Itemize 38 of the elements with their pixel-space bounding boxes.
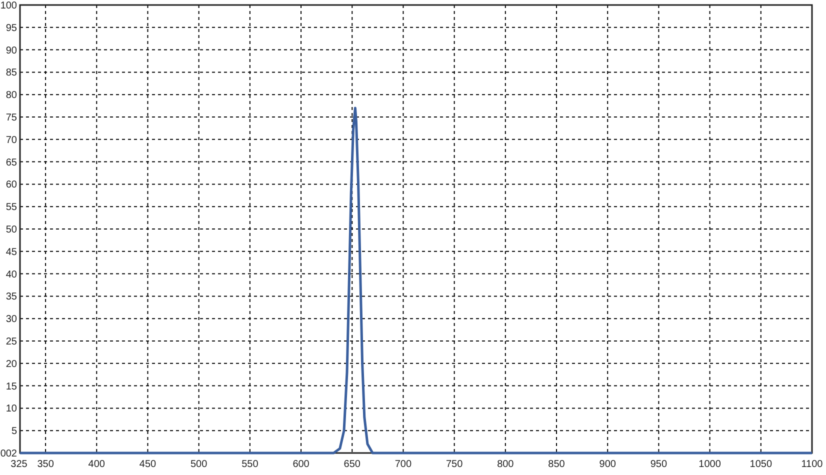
x-tick-label: 1000 — [698, 459, 721, 470]
x-tick-label: 900 — [599, 459, 616, 470]
x-tick-label: 600 — [292, 459, 310, 470]
y-tick-label: 40 — [6, 269, 17, 280]
x-tick-label: 550 — [242, 459, 258, 470]
y-tick-label: 15 — [6, 381, 17, 392]
y-tick-label: 60 — [6, 180, 17, 191]
y-tick-label: 95 — [6, 22, 17, 34]
y-tick-label: 55 — [6, 202, 17, 214]
y-tick-label: 002 — [0, 448, 17, 460]
y-tick-label: 70 — [6, 134, 17, 146]
x-tick-label: 800 — [497, 459, 514, 470]
x-tick-label: 500 — [190, 459, 208, 470]
x-tick-label: 350 — [37, 459, 54, 470]
x-tick-label: 1100 — [801, 459, 823, 470]
x-tick-label: 750 — [446, 459, 463, 470]
x-tick-label: 400 — [88, 459, 105, 470]
x-tick-label: 325 — [10, 459, 28, 470]
x-tick-label: 650 — [344, 459, 360, 470]
y-tick-label: 65 — [6, 157, 17, 168]
y-tick-label: 90 — [6, 45, 17, 56]
y-tick-label: 75 — [6, 112, 17, 124]
y-tick-label: 100 — [0, 0, 17, 12]
y-tick-label: 25 — [6, 336, 17, 348]
y-tick-label: 10 — [6, 404, 17, 415]
y-tick-label: 35 — [6, 292, 17, 303]
y-tick-label: 50 — [6, 224, 17, 236]
y-tick-label: 5 — [11, 426, 17, 438]
x-tick-label: 700 — [394, 459, 412, 470]
x-tick-label: 450 — [139, 459, 156, 470]
y-tick-label: 85 — [6, 68, 17, 79]
y-tick-label: 30 — [6, 314, 17, 326]
x-tick-label: 850 — [548, 459, 565, 470]
y-tick-label: 20 — [6, 358, 17, 370]
y-tick-label: 45 — [6, 246, 17, 258]
x-tick-label: 950 — [650, 459, 668, 470]
x-tick-label: 1050 — [750, 459, 772, 470]
y-tick-label: 80 — [6, 90, 17, 102]
